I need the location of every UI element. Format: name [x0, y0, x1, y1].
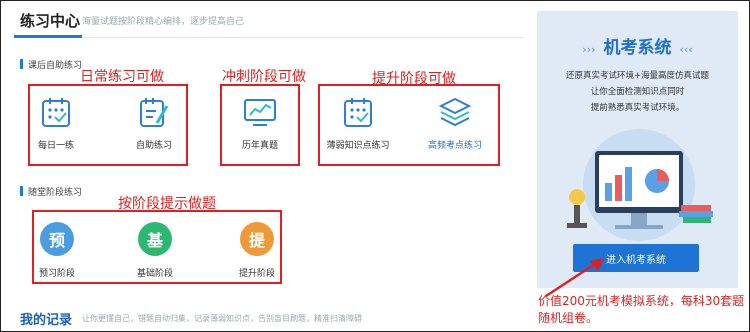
exam-panel-line-3: 提前熟悉真实考试环境。 [590, 103, 685, 113]
annotation-daily: 日常练习可做 [80, 69, 164, 85]
computer-illustration [567, 129, 713, 241]
weak-points-practice[interactable]: 薄弱知识点练习 [322, 96, 394, 151]
advance-stage-icon: 提 [240, 222, 274, 256]
header-active-underline [14, 35, 82, 38]
weak-points-label: 薄弱知识点练习 [326, 141, 390, 151]
stage-preview-label: 预习阶段 [38, 269, 75, 279]
exam-panel-line-2: 让你全面检测知识点同时 [590, 87, 685, 97]
stage-advance[interactable]: 提 提升阶段 [234, 222, 280, 279]
layers-icon [438, 97, 472, 127]
past-exams[interactable]: 历年真题 [232, 96, 288, 151]
preview-stage-icon: 预 [40, 222, 74, 256]
records-subtitle: 让你更懂自己，错题自动归集，记录薄弱知识点，告别盲目刷题，精准扫清障碍 [82, 314, 362, 323]
notebook-pen-icon [140, 98, 169, 127]
self-practice[interactable]: 自助练习 [128, 96, 180, 151]
calendar-check-icon [344, 98, 372, 127]
chevrons-right-icon: ››› [582, 43, 596, 56]
annotation-note: 价值200元机考模拟系统，每科30套题随机组卷。 [538, 294, 745, 325]
chevrons-left-icon: ‹‹‹ [679, 43, 693, 56]
annotation-sprint: 冲刺阶段可做 [222, 69, 306, 85]
records-title: 我的记录 [20, 313, 73, 328]
high-freq-practice[interactable]: 高频考点练习 [424, 96, 486, 151]
exam-system-panel: ››› 机考系统 ‹‹‹ 还原真实考试环境+海量高度仿真试题 让你全面检测知识点同时… [537, 11, 738, 288]
exam-panel-title: ››› 机考系统 ‹‹‹ [537, 33, 738, 58]
stage-basic-label: 基础阶段 [136, 269, 173, 279]
high-freq-label: 高频考点练习 [427, 141, 482, 151]
exam-panel-line-1: 还原真实考试环境+海量高度仿真试题 [565, 71, 710, 81]
section-stage: 随堂阶段练习 [20, 185, 82, 198]
daily-one-label: 每日一练 [37, 141, 74, 151]
page-title: 练习中心 [20, 12, 81, 30]
stage-advance-label: 提升阶段 [238, 269, 275, 279]
calendar-check-icon [42, 98, 70, 127]
page-subtitle: 海量试题按阶段精心编排，逐步提高自己 [82, 17, 245, 27]
daily-one-practice[interactable]: 每日一练 [30, 96, 82, 151]
exam-panel-title-text: 机考系统 [603, 38, 672, 58]
section-after-class: 课后自助练习 [20, 58, 82, 71]
basic-stage-icon: 基 [138, 222, 172, 256]
past-exams-label: 历年真题 [241, 141, 278, 151]
monitor-chart-icon [244, 99, 276, 126]
self-practice-label: 自助练习 [135, 141, 172, 151]
stage-preview[interactable]: 预 预习阶段 [34, 222, 80, 279]
stage-basic[interactable]: 基 基础阶段 [132, 222, 178, 279]
header-divider [14, 37, 524, 38]
